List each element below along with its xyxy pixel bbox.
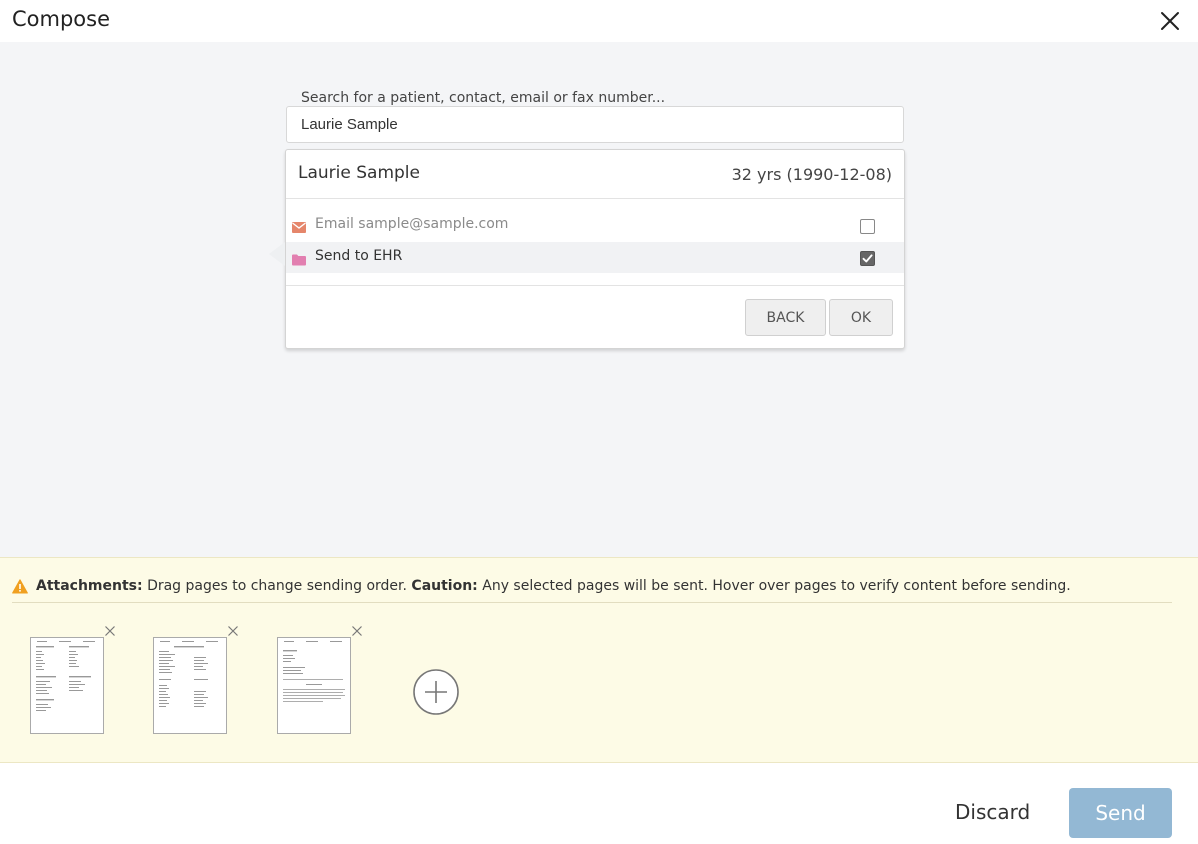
send-button[interactable]: Send xyxy=(1069,788,1172,838)
page-thumbnail[interactable] xyxy=(277,637,351,734)
attachments-notice: Attachments: Drag pages to change sendin… xyxy=(36,578,1071,594)
page-thumbnail[interactable] xyxy=(30,637,104,734)
attachment-page-2[interactable] xyxy=(153,620,248,738)
search-label: Search for a patient, contact, email or … xyxy=(301,90,666,106)
attachments-heading: Attachments: xyxy=(36,578,143,594)
envelope-icon xyxy=(292,219,306,233)
dropdown-pointer xyxy=(269,242,285,266)
option-email[interactable]: Email sample@sample.com xyxy=(286,210,904,241)
back-button[interactable]: BACK xyxy=(745,299,826,336)
divider xyxy=(286,285,904,286)
remove-page-icon[interactable] xyxy=(104,622,116,636)
compose-header: Compose xyxy=(0,0,1198,42)
attachments-panel: Attachments: Drag pages to change sendin… xyxy=(0,557,1198,763)
remove-page-icon[interactable] xyxy=(227,622,239,636)
close-icon[interactable] xyxy=(1158,9,1182,33)
divider xyxy=(286,198,904,199)
remove-page-icon[interactable] xyxy=(351,622,363,636)
option-email-label: Email sample@sample.com xyxy=(315,216,509,232)
caution-heading: Caution: xyxy=(411,578,478,594)
page-thumbnail[interactable] xyxy=(153,637,227,734)
email-checkbox[interactable] xyxy=(860,219,875,234)
warning-icon xyxy=(12,579,28,594)
ehr-checkbox[interactable] xyxy=(860,251,875,266)
compose-title: Compose xyxy=(12,7,111,31)
plus-circle-icon xyxy=(413,669,459,715)
compose-footer: Discard Send xyxy=(0,764,1198,844)
add-attachment-button[interactable] xyxy=(413,669,459,715)
recipient-search-input[interactable] xyxy=(286,106,904,143)
attachment-page-3[interactable] xyxy=(277,620,372,738)
caution-text: Any selected pages will be sent. Hover o… xyxy=(482,578,1071,594)
compose-window: Compose Search for a patient, contact, e… xyxy=(0,0,1198,844)
option-send-to-ehr[interactable]: Send to EHR xyxy=(286,242,904,273)
attachments-instructions: Drag pages to change sending order. xyxy=(147,578,407,594)
option-ehr-label: Send to EHR xyxy=(315,248,403,264)
patient-age-dob: 32 yrs (1990-12-08) xyxy=(731,165,892,184)
discard-button[interactable]: Discard xyxy=(955,800,1030,824)
patient-result-card: Laurie Sample 32 yrs (1990-12-08) Email … xyxy=(269,149,905,349)
patient-name: Laurie Sample xyxy=(298,163,420,183)
ok-button[interactable]: OK xyxy=(829,299,893,336)
recipient-area: Search for a patient, contact, email or … xyxy=(0,42,1198,557)
attachment-page-1[interactable] xyxy=(30,620,125,738)
folder-icon xyxy=(292,251,306,266)
divider xyxy=(12,602,1172,603)
